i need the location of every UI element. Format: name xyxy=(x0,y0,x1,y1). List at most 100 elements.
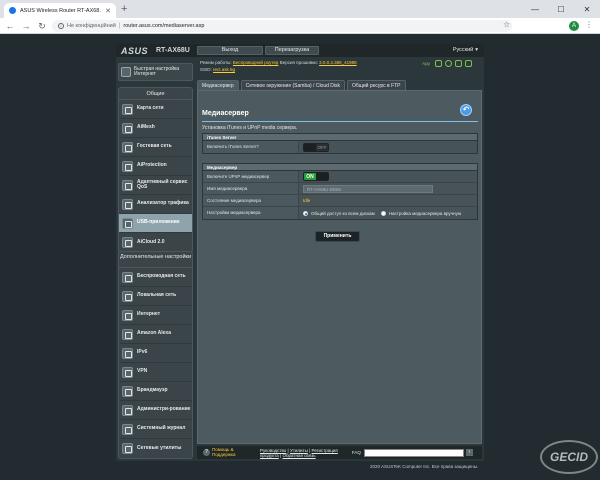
upnp-toggle[interactable]: ON xyxy=(303,172,329,181)
sidebar-item-label: Брандмауэр xyxy=(137,387,168,394)
close-window-button[interactable]: ✕ xyxy=(574,0,600,18)
sidebar-item-alexa[interactable]: Amazon Alexa xyxy=(119,325,192,344)
sidebar-item-usb-application[interactable]: USB-приложение xyxy=(119,214,192,233)
browser-toolbar: ← → ↻ i Не конфіденційний | router.asus.… xyxy=(0,18,600,34)
apply-button[interactable]: Применить xyxy=(315,231,360,242)
minimize-window-button[interactable]: — xyxy=(522,0,548,18)
sidebar-item-traffic-analyzer[interactable]: Анализатор трафика xyxy=(119,195,192,214)
radio-manual-label[interactable]: Настройка медиасервера вручную xyxy=(389,211,461,216)
address-bar[interactable]: i Не конфіденційний | router.asus.com/me… xyxy=(52,20,512,32)
mode-value[interactable]: Беспроводной роутер xyxy=(233,60,279,65)
copyright-text: 2020 ASUSTeK Computer Inc. Все права защ… xyxy=(370,464,479,469)
itunes-toggle[interactable]: OFF xyxy=(303,142,329,152)
tab-ftp-share[interactable]: Общий ресурс в FTP xyxy=(347,80,406,90)
sidebar-item-vpn[interactable]: VPN xyxy=(119,363,192,382)
wand-icon xyxy=(121,67,131,77)
bookmark-star-icon[interactable]: ☆ xyxy=(503,20,510,29)
qos-icon xyxy=(122,179,133,191)
itunes-enable-row: Включить iTunes Server? OFF xyxy=(203,141,477,153)
browser-tab[interactable]: ASUS Wireless Router RT-AX68... ✕ xyxy=(4,3,116,18)
ssid-value[interactable]: rect.ask.5g xyxy=(213,67,235,72)
language-selector[interactable]: Русский ▾ xyxy=(453,47,478,53)
sidebar-item-firewall[interactable]: Брандмауэр xyxy=(119,382,192,401)
radio-manual[interactable] xyxy=(380,210,386,216)
wireless-icon xyxy=(122,271,133,283)
browser-menu-icon[interactable]: ⋮ xyxy=(585,20,593,29)
help-support-label: Помощь & Поддержка xyxy=(212,447,236,457)
sidebar-item-aicloud[interactable]: AiCloud 2.0 xyxy=(119,233,192,252)
sidebar-item-ipv6[interactable]: IPv6 xyxy=(119,344,192,363)
qr-icon[interactable] xyxy=(435,60,442,67)
status-line-ssid: SSID: rect.ask.5g xyxy=(200,67,235,72)
back-arrow-icon[interactable]: ↶ xyxy=(460,104,472,116)
server-name-input[interactable]: RT-AX68U-BB68 xyxy=(303,184,433,193)
sidebar-item-label: VPN xyxy=(137,368,148,375)
question-icon: ? xyxy=(203,449,210,456)
sidebar-item-label: USB-приложение xyxy=(137,219,180,226)
itunes-panel: iTunes Server Включить iTunes Server? OF… xyxy=(202,133,478,154)
sidebar-item-system-log[interactable]: Системный журнал xyxy=(119,420,192,439)
logout-button[interactable]: Выход xyxy=(197,46,263,55)
tab-media-server[interactable]: Медиасервер xyxy=(197,80,239,90)
upnp-toggle-state: ON xyxy=(304,173,316,180)
asus-favicon-icon xyxy=(9,7,16,14)
sidebar-item-wireless[interactable]: Беспроводная сеть xyxy=(119,268,192,287)
gear-icon xyxy=(122,404,133,416)
sidebar-item-label: Администри-рование xyxy=(137,406,191,413)
footer-link-feedback[interactable]: Обратная связь xyxy=(282,453,315,458)
address-separator: | xyxy=(118,23,121,29)
tools-icon xyxy=(122,443,133,454)
reload-icon[interactable]: ↻ xyxy=(36,20,48,32)
quick-setup-button[interactable]: Быстрая настройка Интернет xyxy=(118,63,193,81)
info-icon[interactable]: i xyxy=(58,23,64,29)
server-name-label: Имя медиасервера xyxy=(203,183,299,194)
sidebar-item-network-tools[interactable]: Сетевые утилиты xyxy=(119,439,192,458)
itunes-toggle-state: OFF xyxy=(317,144,327,150)
footer-link-product[interactable]: продукта xyxy=(260,453,279,458)
sidebar-item-label: Карта сети xyxy=(137,105,164,112)
sidebar-item-wan[interactable]: Интернет xyxy=(119,306,192,325)
status-line-mode: Режим работы: Беспроводной роутер Версия… xyxy=(200,60,357,65)
sidebar-item-network-map[interactable]: Карта сети xyxy=(119,100,192,119)
globe-icon[interactable] xyxy=(445,60,452,67)
firmware-label: Версия прошивки: xyxy=(279,60,318,65)
sidebar-item-aiprotection[interactable]: AiProtection xyxy=(119,157,192,176)
profile-avatar[interactable]: A xyxy=(569,21,579,31)
firmware-value[interactable]: 3.0.0.4.386_41988 xyxy=(319,60,357,65)
sidebar-item-qos[interactable]: Адаптивный сервис QoS xyxy=(119,176,192,195)
faq-search-input[interactable] xyxy=(363,448,464,457)
title-divider xyxy=(202,121,478,122)
url-text[interactable]: router.asus.com/mediaserver.asp xyxy=(123,23,204,29)
tab-samba-cloud-disk[interactable]: Сетевое окружение (Samba) / Cloud Disk xyxy=(240,80,346,90)
wifi-icon[interactable] xyxy=(455,60,462,67)
radio-share-all-label[interactable]: Общий доступ ко всем дискам xyxy=(311,211,375,216)
alexa-icon xyxy=(122,328,133,340)
radio-share-all[interactable] xyxy=(303,210,308,216)
back-arrow-icon[interactable]: ← xyxy=(4,20,16,32)
cloud-icon xyxy=(122,237,133,248)
ssid-label: SSID: xyxy=(200,67,212,72)
forward-arrow-icon[interactable]: → xyxy=(20,20,32,32)
maximize-window-button[interactable]: ☐ xyxy=(548,0,574,18)
usb-icon[interactable] xyxy=(465,60,472,67)
server-settings-row: Настройки медиасервера Общий доступ ко в… xyxy=(203,207,477,219)
new-tab-button[interactable]: + xyxy=(121,3,127,15)
itunes-enable-label: Включить iTunes Server? xyxy=(203,141,299,153)
toggle-knob xyxy=(304,143,316,151)
sidebar-item-label: Системный журнал xyxy=(137,425,186,432)
content-panel: Медиасервер ↶ Установка iTunes и UPnP me… xyxy=(197,90,482,444)
sidebar-item-guest-network[interactable]: Гостевая сеть xyxy=(119,138,192,157)
sidebar-item-lan[interactable]: Локальная сеть xyxy=(119,287,192,306)
reboot-button[interactable]: Перезагрузка xyxy=(265,46,319,55)
status-bar: Режим работы: Беспроводной роутер Версия… xyxy=(197,58,482,76)
server-name-row: Имя медиасервера RT-AX68U-BB68 xyxy=(203,183,477,195)
sidebar-item-administration[interactable]: Администри-рование xyxy=(119,401,192,420)
app-label[interactable]: App xyxy=(422,61,430,66)
firewall-icon xyxy=(122,385,133,397)
advanced-group: Дополнительные настройки Беспроводная се… xyxy=(118,251,193,459)
faq-go-button[interactable]: › xyxy=(465,449,473,456)
help-support[interactable]: ? Помощь & Поддержка xyxy=(197,447,242,457)
close-tab-icon[interactable]: ✕ xyxy=(105,7,111,15)
sidebar-item-aimesh[interactable]: AiMesh xyxy=(119,119,192,138)
page-title: Медиасервер xyxy=(202,110,249,117)
